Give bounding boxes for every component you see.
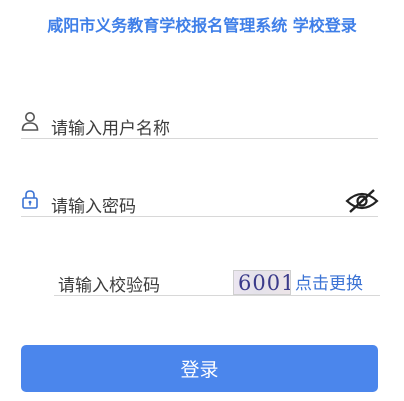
password-field[interactable]: 请输入密码 bbox=[21, 186, 380, 217]
captcha-image[interactable]: 6001 bbox=[233, 270, 291, 295]
login-button[interactable]: 登录 bbox=[21, 345, 378, 392]
username-placeholder[interactable]: 请输入用户名称 bbox=[51, 114, 170, 139]
captcha-placeholder[interactable]: 请输入校验码 bbox=[58, 271, 160, 296]
captcha-refresh-link[interactable]: 点击更换 bbox=[295, 269, 363, 294]
captcha-field[interactable]: 请输入校验码 6001 点击更换 bbox=[54, 265, 380, 296]
eye-off-icon[interactable] bbox=[344, 188, 380, 214]
lock-icon bbox=[21, 189, 39, 209]
password-placeholder[interactable]: 请输入密码 bbox=[51, 192, 136, 217]
username-field[interactable]: 请输入用户名称 bbox=[21, 108, 378, 139]
user-icon bbox=[21, 111, 39, 131]
page-title: 咸阳市义务教育学校报名管理系统 学校登录 bbox=[47, 16, 357, 35]
